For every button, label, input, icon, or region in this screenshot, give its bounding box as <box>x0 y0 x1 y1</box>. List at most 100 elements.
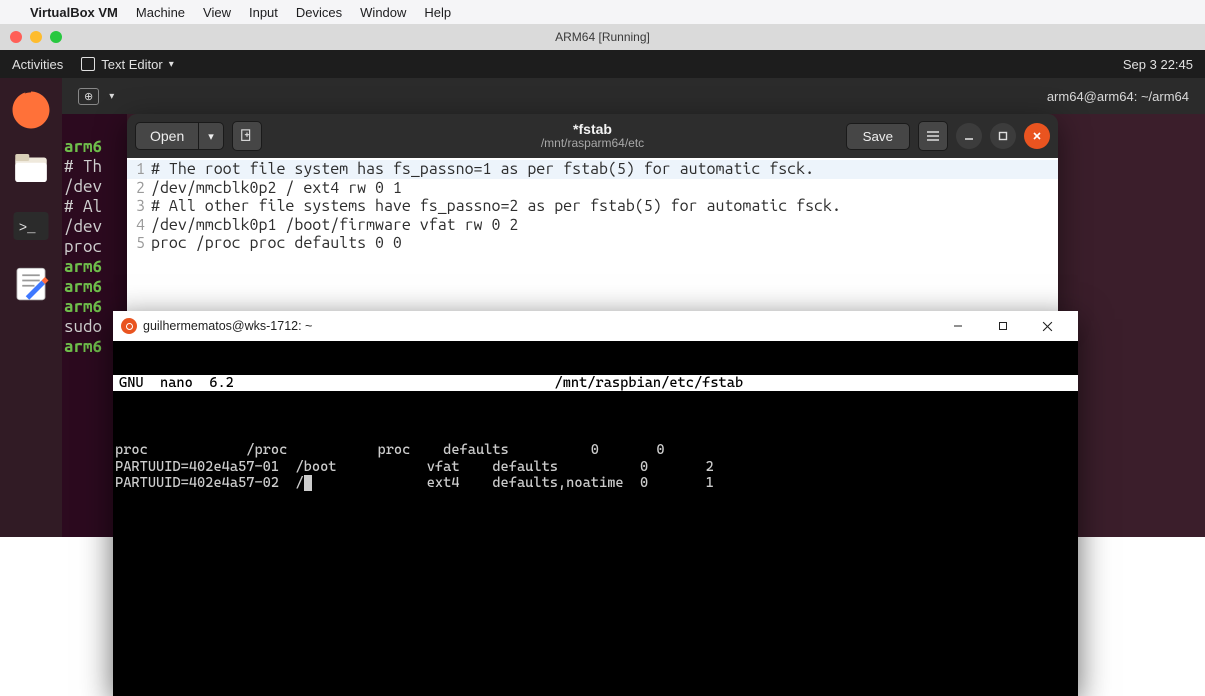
menu-view[interactable]: View <box>203 5 231 20</box>
winterm-minimize-button[interactable] <box>935 311 980 341</box>
winterm-titlebar[interactable]: guilhermematos@wks-1712: ~ <box>113 311 1078 341</box>
topbar-app-menu[interactable]: Text Editor ▾ <box>81 57 173 72</box>
line-text: /dev/mmcblk0p2 / ext4 rw 0 1 <box>151 179 402 198</box>
line-number: 2 <box>127 179 151 198</box>
nano-version: GNU nano 6.2 <box>119 375 234 392</box>
gedit-title-area: *fstab /mnt/rasparm64/etc <box>541 121 644 151</box>
tab-add-icon[interactable]: ⊕ <box>78 88 99 105</box>
bg-terminal-titlebar[interactable]: ⊕ ▾ arm64@arm64: ~/arm64 <box>62 78 1205 114</box>
editor-line[interactable]: 3# All other file systems have fs_passno… <box>127 197 1058 216</box>
menu-help[interactable]: Help <box>424 5 451 20</box>
activities-button[interactable]: Activities <box>12 57 63 72</box>
caret-down-icon: ▾ <box>169 59 174 70</box>
window-close-icon[interactable] <box>10 31 22 43</box>
winterm-title-text: guilhermematos@wks-1712: ~ <box>143 319 312 333</box>
hamburger-menu-button[interactable] <box>918 121 948 151</box>
term-line: /dev <box>64 217 102 236</box>
menu-devices[interactable]: Devices <box>296 5 342 20</box>
menu-machine[interactable]: Machine <box>136 5 185 20</box>
gedit-minimize-button[interactable] <box>956 123 982 149</box>
term-line: arm6 <box>64 277 102 296</box>
dock-firefox[interactable] <box>7 86 55 134</box>
new-document-icon <box>240 129 254 143</box>
files-icon <box>10 147 52 189</box>
gedit-document-path: /mnt/rasparm64/etc <box>541 137 644 151</box>
menu-window[interactable]: Window <box>360 5 406 20</box>
editor-line[interactable]: 4/dev/mmcblk0p1 /boot/firmware vfat rw 0… <box>127 216 1058 235</box>
caret-down-icon[interactable]: ▾ <box>109 91 114 102</box>
editor-line[interactable]: 2/dev/mmcblk0p2 / ext4 rw 0 1 <box>127 179 1058 198</box>
menu-input[interactable]: Input <box>249 5 278 20</box>
term-line: arm6 <box>64 257 102 276</box>
nano-line: proc /proc proc defaults 0 0 <box>115 442 665 458</box>
gedit-window: Open ▾ *fstab /mnt/rasparm64/etc Save <box>127 114 1058 313</box>
gedit-headerbar[interactable]: Open ▾ *fstab /mnt/rasparm64/etc Save <box>127 114 1058 158</box>
terminal-icon: >_ <box>10 205 52 247</box>
gedit-document-title: *fstab <box>541 121 644 137</box>
line-text: # All other file systems have fs_passno=… <box>151 197 841 216</box>
windows-terminal-window: guilhermematos@wks-1712: ~ GNU nano 6.2/… <box>113 311 1078 696</box>
line-number: 5 <box>127 234 151 253</box>
line-number: 4 <box>127 216 151 235</box>
close-icon <box>1042 321 1053 332</box>
maximize-icon <box>998 131 1008 141</box>
term-line: # Al <box>64 197 102 216</box>
text-editor-icon <box>81 57 95 71</box>
firefox-icon <box>10 89 52 131</box>
text-editor-dock-icon <box>10 263 52 305</box>
open-recent-caret[interactable]: ▾ <box>199 122 224 150</box>
window-zoom-icon[interactable] <box>50 31 62 43</box>
new-tab-button[interactable] <box>232 121 262 151</box>
topbar-clock[interactable]: Sep 3 22:45 <box>1123 57 1193 72</box>
term-line: proc <box>64 237 102 256</box>
vm-window-titlebar: ARM64 [Running] <box>0 24 1205 50</box>
nano-filename: /mnt/raspbian/etc/fstab <box>554 375 743 392</box>
hamburger-icon <box>926 129 940 143</box>
minimize-icon <box>964 131 974 141</box>
term-line: arm6 <box>64 297 102 316</box>
dock-files[interactable] <box>7 144 55 192</box>
term-line: # Th <box>64 157 102 176</box>
macos-traffic-lights <box>10 31 62 43</box>
gedit-close-button[interactable] <box>1024 123 1050 149</box>
nano-line: PARTUUID=402e4a57-01 /boot vfat defaults… <box>115 459 714 475</box>
topbar-app-label: Text Editor <box>101 57 162 72</box>
vm-window-title: ARM64 [Running] <box>555 30 650 44</box>
editor-line[interactable]: 1# The root file system has fs_passno=1 … <box>127 160 1058 179</box>
term-line: arm6 <box>64 337 102 356</box>
gnome-dock: >_ <box>0 78 62 537</box>
dock-terminal[interactable]: >_ <box>7 202 55 250</box>
svg-text:>_: >_ <box>19 220 36 236</box>
term-line: sudo <box>64 317 102 336</box>
line-text: proc /proc proc defaults 0 0 <box>151 234 402 253</box>
window-minimize-icon[interactable] <box>30 31 42 43</box>
nano-line: PARTUUID=402e4a57-02 / ext4 defaults,noa… <box>115 475 714 491</box>
editor-line[interactable]: 5proc /proc proc defaults 0 0 <box>127 234 1058 253</box>
winterm-close-button[interactable] <box>1025 311 1070 341</box>
line-number: 3 <box>127 197 151 216</box>
line-text: /dev/mmcblk0p1 /boot/firmware vfat rw 0 … <box>151 216 518 235</box>
macos-menubar: VirtualBox VM Machine View Input Devices… <box>0 0 1205 24</box>
ubuntu-wsl-icon <box>121 318 137 334</box>
winterm-maximize-button[interactable] <box>980 311 1025 341</box>
term-line: arm6 <box>64 137 102 156</box>
save-button[interactable]: Save <box>846 123 910 150</box>
gedit-maximize-button[interactable] <box>990 123 1016 149</box>
bg-terminal-title: arm64@arm64: ~/arm64 <box>1047 89 1189 104</box>
line-number: 1 <box>127 160 151 179</box>
maximize-icon <box>998 321 1008 331</box>
gnome-desktop: >_ ⊕ ▾ arm64@arm64: ~/arm64 arm6 # Th /d… <box>0 78 1205 537</box>
gedit-text-area[interactable]: 1# The root file system has fs_passno=1 … <box>127 158 1058 313</box>
minimize-icon <box>953 321 963 331</box>
open-button[interactable]: Open <box>135 122 199 150</box>
line-text: # The root file system has fs_passno=1 a… <box>151 160 814 179</box>
background-terminal-window: ⊕ ▾ arm64@arm64: ~/arm64 <box>62 78 1205 118</box>
gnome-topbar: Activities Text Editor ▾ Sep 3 22:45 <box>0 50 1205 78</box>
nano-editor[interactable]: GNU nano 6.2/mnt/raspbian/etc/fstab proc… <box>113 341 1078 696</box>
close-icon <box>1032 131 1042 141</box>
term-line: /dev <box>64 177 102 196</box>
dock-text-editor[interactable] <box>7 260 55 308</box>
menu-app-name[interactable]: VirtualBox VM <box>30 5 118 20</box>
nano-cursor <box>304 475 312 491</box>
nano-titlebar: GNU nano 6.2/mnt/raspbian/etc/fstab <box>113 375 1078 392</box>
